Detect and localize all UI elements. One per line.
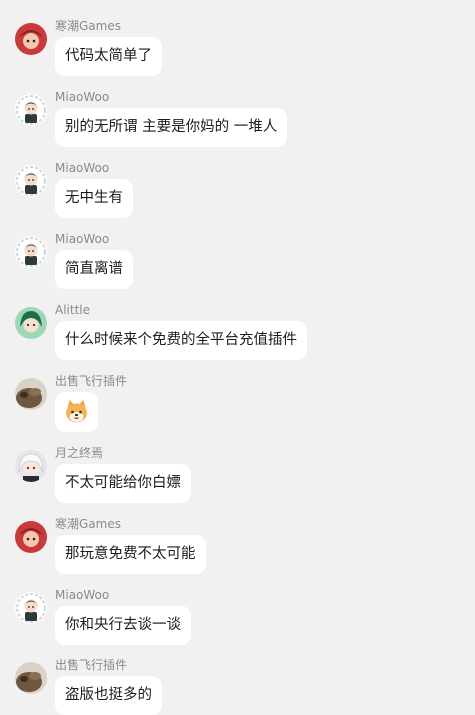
message-bubble[interactable]: 你和央行去谈一谈 — [55, 606, 191, 645]
brown-animal-avatar-icon[interactable] — [15, 662, 47, 694]
chat-message: 寒潮Games 代码太简单了 — [0, 19, 475, 90]
message-bubble[interactable]: 无中生有 — [55, 179, 133, 218]
message-bubble[interactable]: 简直离谱 — [55, 250, 133, 289]
chibi-character-avatar-icon[interactable] — [15, 592, 47, 624]
chat-message: Alittle 什么时候来个免费的全平台充值插件 — [0, 303, 475, 374]
brown-animal-avatar-icon[interactable] — [15, 378, 47, 410]
sender-name: MiaoWoo — [55, 588, 110, 602]
chibi-character-avatar-icon[interactable] — [15, 236, 47, 268]
chibi-character-avatar-icon[interactable] — [15, 165, 47, 197]
shiba-dog-emoji-icon — [66, 400, 87, 423]
chat-message: 出售飞行插件 — [0, 374, 475, 445]
sender-name: MiaoWoo — [55, 161, 110, 175]
chat-message: 寒潮Games 那玩意免费不太可能 — [0, 517, 475, 588]
sender-name: 出售飞行插件 — [55, 374, 128, 388]
chat-message: MiaoWoo 别的无所谓 主要是你妈的 一堆人 — [0, 90, 475, 161]
sender-name: MiaoWoo — [55, 232, 110, 246]
red-hair-anime-avatar-icon[interactable] — [15, 521, 47, 553]
sender-name: MiaoWoo — [55, 90, 110, 104]
chat-message-list[interactable]: 寒潮Games 代码太简单了 MiaoWoo 别的无所谓 主要是你妈的 一堆人 … — [0, 0, 475, 715]
message-bubble[interactable]: 什么时候来个免费的全平台充值插件 — [55, 321, 307, 360]
sender-name: Alittle — [55, 303, 91, 317]
chat-message: 出售飞行插件 盗版也挺多的 — [0, 658, 475, 715]
message-bubble[interactable]: 那玩意免费不太可能 — [55, 535, 206, 574]
chat-message: 月之终焉 不太可能给你白嫖 — [0, 446, 475, 517]
message-bubble[interactable]: 不太可能给你白嫖 — [55, 464, 191, 503]
sender-name: 月之终焉 — [55, 446, 104, 460]
message-bubble[interactable]: 代码太简单了 — [55, 37, 162, 76]
red-hair-anime-avatar-icon[interactable] — [15, 23, 47, 55]
message-bubble[interactable]: 盗版也挺多的 — [55, 676, 162, 715]
message-bubble[interactable]: 别的无所谓 主要是你妈的 一堆人 — [55, 108, 288, 147]
white-hair-anime-avatar-icon[interactable] — [15, 450, 47, 482]
chat-message: MiaoWoo 无中生有 — [0, 161, 475, 232]
sender-name: 寒潮Games — [55, 19, 121, 33]
chat-message: MiaoWoo 你和央行去谈一谈 — [0, 588, 475, 659]
message-bubble[interactable] — [55, 392, 98, 432]
sender-name: 出售飞行插件 — [55, 658, 128, 672]
sender-name: 寒潮Games — [55, 517, 121, 531]
green-anime-avatar-icon[interactable] — [15, 307, 47, 339]
chat-message: MiaoWoo 简直离谱 — [0, 232, 475, 303]
chibi-character-avatar-icon[interactable] — [15, 94, 47, 126]
